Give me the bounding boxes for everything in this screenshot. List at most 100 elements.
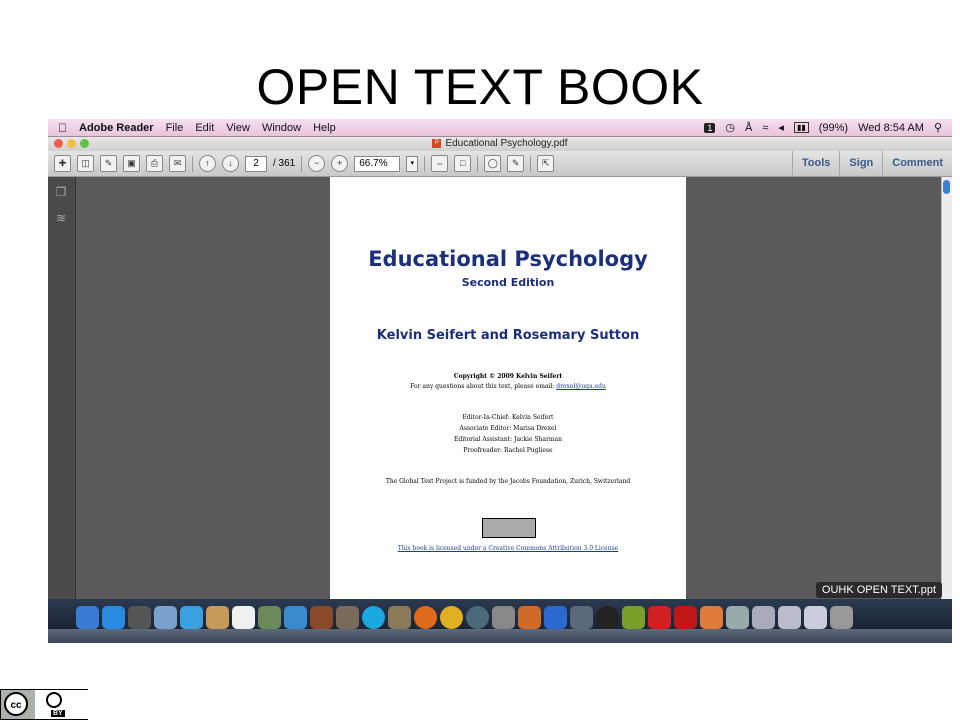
menu-app-name[interactable]: Adobe Reader [79, 122, 154, 134]
zoom-dropdown-icon[interactable]: ▾ [406, 155, 419, 172]
finder-icon[interactable] [76, 606, 99, 629]
print-icon[interactable]: ⎙ [146, 155, 163, 172]
by-label: BY [51, 710, 65, 717]
contacts-icon[interactable] [206, 606, 229, 629]
highlight-icon[interactable]: ✎ [507, 155, 525, 172]
toolbar-divider [424, 155, 426, 172]
page-total: / 361 [273, 158, 296, 169]
previous-page-icon[interactable]: ↑ [199, 155, 216, 172]
time-machine-icon[interactable]: ◷ [725, 121, 735, 134]
save-icon[interactable]: ▣ [123, 155, 140, 172]
mac-menubar:  Adobe Reader File Edit View Window Hel… [48, 119, 952, 137]
toolbar-divider [301, 155, 303, 172]
menubar-clock[interactable]: Wed 8:54 AM [858, 122, 924, 134]
window-title-row: P Educational Psychology.pdf [48, 138, 952, 149]
time-machine-dock-icon[interactable] [466, 606, 489, 629]
black-orb-icon[interactable] [596, 606, 619, 629]
pdf-file-icon: P [432, 138, 442, 148]
window-title: Educational Psychology.pdf [445, 138, 568, 149]
bluetooth-icon[interactable]: Å [745, 122, 752, 134]
copyright-line: Copyright © 2009 Kelvin Seifert [453, 373, 563, 380]
star-app-icon[interactable] [388, 606, 411, 629]
pdf-page: Educational Psychology Second Edition Ke… [330, 177, 686, 599]
email-icon[interactable]: ✉ [169, 155, 186, 172]
credit-line: Proofreader: Rachel Pugliese [463, 447, 553, 454]
screenshot:  Adobe Reader File Edit View Window Hel… [48, 119, 952, 643]
menu-view[interactable]: View [226, 122, 250, 134]
iphoto-icon[interactable] [336, 606, 359, 629]
zoom-in-icon[interactable]: + [331, 155, 349, 172]
safari-icon[interactable] [180, 606, 203, 629]
battery-icon[interactable]: ▮▮ [793, 122, 809, 133]
sign-button[interactable]: Sign [839, 151, 882, 176]
slide-title: OPEN TEXT BOOK [256, 59, 704, 115]
word-icon[interactable] [544, 606, 567, 629]
navigation-sidebar: ❐ ≋ [48, 177, 76, 599]
comment-button[interactable]: Comment [882, 151, 952, 176]
powerpoint-icon[interactable] [700, 606, 723, 629]
questions-line: For any questions about this text, pleas… [330, 382, 686, 392]
reader-toolbar: ✚ ◫ ✎ ▣ ⎙ ✉ ↑ ↓ 2 / 361 − + 66.7% ▾ ⇔ □ … [48, 151, 952, 177]
zoom-level-input[interactable]: 66.7% [354, 155, 401, 172]
toolbar-divider [477, 155, 479, 172]
keynote-icon[interactable] [518, 606, 541, 629]
create-pdf-icon[interactable]: ✚ [54, 155, 71, 172]
mail-icon[interactable] [154, 606, 177, 629]
spotlight-icon[interactable]: ⚲ [934, 121, 942, 134]
system-preferences-icon[interactable] [492, 606, 515, 629]
page-number-input[interactable]: 2 [245, 155, 267, 172]
fullscreen-icon[interactable]: ⇱ [537, 155, 555, 172]
credit-line: Editorial Assistant: Jackie Sharman [454, 436, 562, 443]
itunes-icon[interactable] [284, 606, 307, 629]
fit-width-icon[interactable]: ⇔ [431, 155, 449, 172]
downloads-stack-icon[interactable] [752, 606, 775, 629]
trash-icon[interactable] [830, 606, 853, 629]
documents-stack-icon[interactable] [726, 606, 749, 629]
apple-icon[interactable]:  [58, 121, 67, 135]
dashboard-icon[interactable] [128, 606, 151, 629]
chrome-icon[interactable] [440, 606, 463, 629]
edit-icon[interactable]: ✎ [100, 155, 117, 172]
menu-window[interactable]: Window [262, 122, 301, 134]
chart-app-icon[interactable] [622, 606, 645, 629]
creative-commons-badge-icon [482, 518, 536, 538]
firefox-icon[interactable] [414, 606, 437, 629]
email-link[interactable]: drexel@uga.edu [556, 383, 606, 390]
photos-icon[interactable] [310, 606, 333, 629]
photo-booth-icon[interactable] [258, 606, 281, 629]
skype-icon[interactable] [362, 606, 385, 629]
document-authors: Kelvin Seifert and Rosemary Sutton [376, 328, 640, 343]
flash-icon[interactable] [674, 606, 697, 629]
script-editor-icon[interactable] [570, 606, 593, 629]
license-link[interactable]: This book is licensed under a Creative C… [330, 544, 686, 554]
credit-line: Associate Editor: Marisa Drexel [459, 425, 557, 432]
volume-icon[interactable]: ◂ [778, 121, 784, 134]
calendar-icon[interactable] [232, 606, 255, 629]
funding-line: The Global Text Project is funded by the… [385, 478, 631, 485]
adobe-reader-icon[interactable] [648, 606, 671, 629]
questions-text: For any questions about this text, pleas… [410, 383, 555, 390]
status-app-icon[interactable]: 1 [704, 122, 716, 133]
wifi-icon[interactable]: ≈ [762, 122, 768, 134]
tools-button[interactable]: Tools [791, 151, 840, 176]
app-store-icon[interactable] [102, 606, 125, 629]
filename-tooltip: OUHK OPEN TEXT.ppt [815, 582, 942, 598]
mac-dock [48, 599, 952, 643]
comment-bubble-icon[interactable]: ◯ [484, 155, 502, 172]
vertical-scrollbar[interactable] [941, 177, 952, 599]
menu-file[interactable]: File [166, 122, 184, 134]
pages-panel-icon[interactable]: ❐ [54, 185, 68, 199]
open-file-icon[interactable]: ◫ [77, 155, 94, 172]
scrollbar-thumb[interactable] [943, 180, 950, 194]
menu-edit[interactable]: Edit [195, 122, 214, 134]
toolbar-divider [530, 155, 532, 172]
cc-icon: cc [4, 692, 28, 716]
attachments-icon[interactable]: ≋ [54, 211, 68, 225]
folder-stack-icon[interactable] [778, 606, 801, 629]
menu-help[interactable]: Help [313, 122, 336, 134]
zoom-out-icon[interactable]: − [308, 155, 326, 172]
next-page-icon[interactable]: ↓ [222, 155, 239, 172]
credit-line: Editor-In-Chief: Kelvin Seifert [462, 414, 554, 421]
fit-page-icon[interactable]: □ [454, 155, 472, 172]
folder-stack-icon[interactable] [804, 606, 827, 629]
